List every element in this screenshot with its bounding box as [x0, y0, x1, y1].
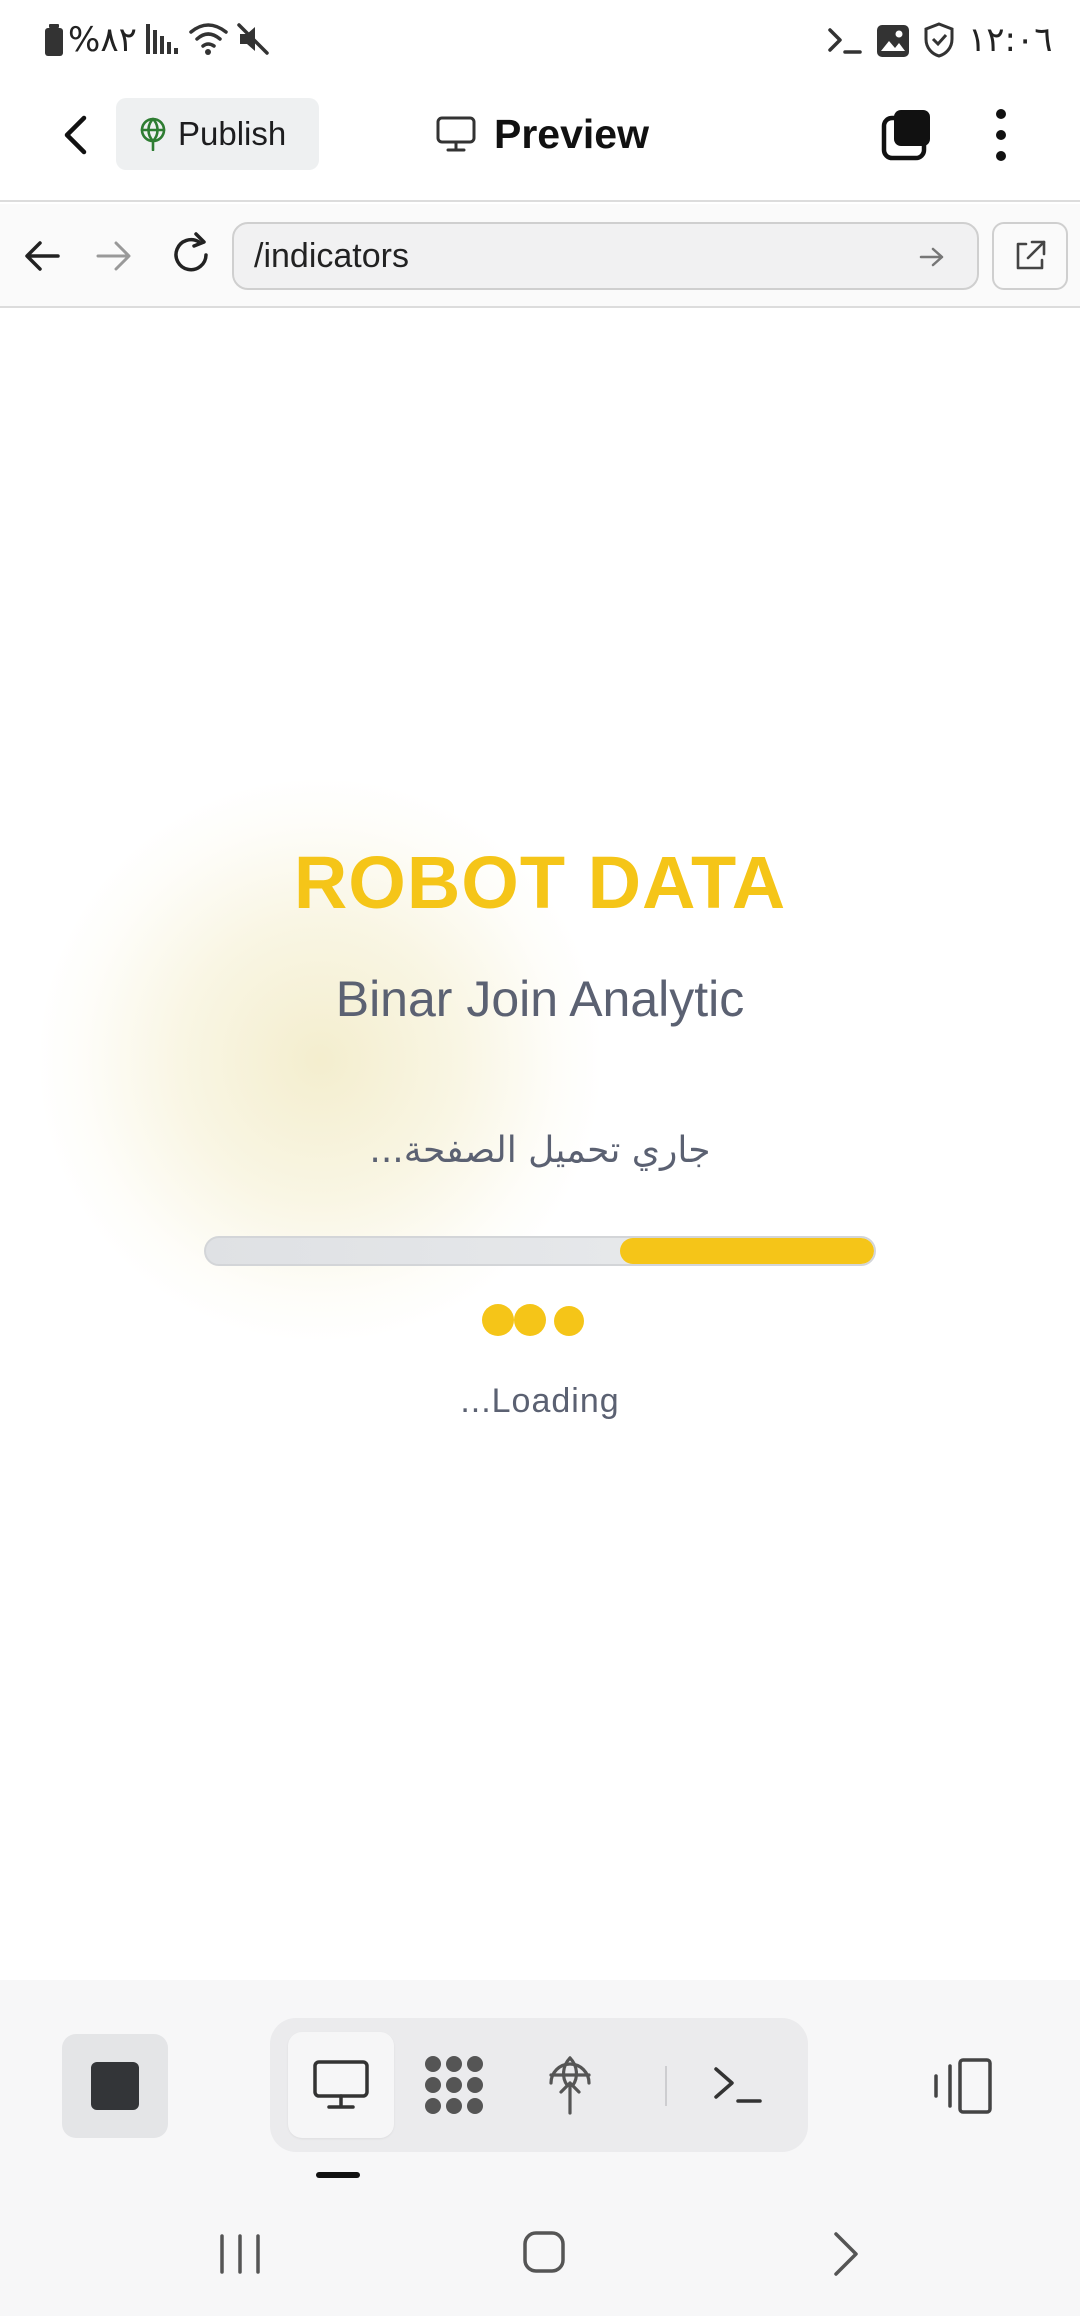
loading-dot: [482, 1304, 514, 1336]
battery-percent: %٨٢: [68, 20, 137, 60]
image-icon: [876, 24, 910, 58]
terminal-tab[interactable]: [688, 2018, 788, 2152]
deploy-icon: [549, 2056, 591, 2115]
back-arrow-icon: [64, 115, 87, 155]
preview-viewport: ROBOT DATA Binar Join Analytic جاري تحمي…: [0, 310, 1080, 1980]
loading-dot: [554, 1306, 584, 1336]
home-button[interactable]: [520, 2228, 568, 2276]
progress-fill: [620, 1238, 874, 1264]
loading-text-arabic: جاري تحميل الصفحة...: [369, 1130, 711, 1171]
terminal-status-icon: [826, 24, 864, 58]
device-toggle-icon: [934, 2058, 992, 2114]
tabs-button[interactable]: [876, 104, 938, 166]
brand-title: ROBOT DATA: [293, 841, 787, 924]
back-icon: [834, 2232, 858, 2276]
nav-forward-button[interactable]: [92, 234, 136, 278]
packages-icon: [425, 2056, 483, 2114]
preview-tab[interactable]: [288, 2032, 394, 2138]
terminal-icon: [714, 2067, 762, 2103]
open-external-button[interactable]: [992, 222, 1068, 290]
loading-dots: [480, 1300, 610, 1340]
recents-button[interactable]: [212, 2232, 268, 2276]
url-input[interactable]: [254, 224, 914, 288]
shield-icon: [924, 22, 954, 58]
more-vertical-icon: [996, 109, 1006, 161]
device-toggle-button[interactable]: [930, 2056, 996, 2116]
battery-icon: [44, 24, 64, 56]
monitor-icon: [436, 116, 476, 152]
system-nav-bar: [0, 2180, 1080, 2316]
external-link-icon: [1016, 240, 1046, 270]
loading-dot: [514, 1304, 546, 1336]
status-bar: %٨٢ ١٢:٠٦: [0, 0, 1080, 84]
browser-bar: [0, 204, 1080, 308]
preview-label: Preview: [494, 110, 649, 157]
monitor-icon: [313, 2060, 369, 2109]
wifi-icon: [188, 20, 230, 58]
system-back-button[interactable]: [826, 2230, 866, 2278]
home-icon: [523, 2231, 565, 2273]
bottom-toolbar: [0, 1980, 1080, 2180]
stop-button[interactable]: [62, 2034, 168, 2138]
reload-button[interactable]: [166, 230, 216, 280]
arrow-right-icon: [96, 241, 131, 271]
app-header: Publish Preview: [0, 84, 1080, 202]
deploy-tab[interactable]: [522, 2018, 618, 2152]
page-title: Preview: [436, 104, 649, 164]
brand-subtitle: Binar Join Analytic: [335, 971, 745, 1027]
tabs-icon: [881, 110, 930, 161]
globe-icon: [138, 117, 168, 151]
reload-icon: [174, 232, 208, 272]
back-button[interactable]: [52, 110, 102, 160]
go-arrow-icon: [919, 247, 944, 267]
loading-text-english: ...Loading: [460, 1382, 620, 1420]
clock: ١٢:٠٦: [968, 20, 1053, 60]
mute-icon: [236, 22, 270, 56]
signal-icon: [146, 22, 178, 56]
nav-back-button[interactable]: [20, 234, 64, 278]
toolbar-divider: [665, 2066, 667, 2106]
stop-icon: [91, 2062, 139, 2110]
more-menu-button[interactable]: [978, 106, 1024, 164]
packages-tab[interactable]: [404, 2018, 504, 2152]
url-field[interactable]: [232, 222, 979, 290]
arrow-left-icon: [25, 241, 60, 271]
go-button[interactable]: [918, 244, 946, 270]
publish-button[interactable]: Publish: [116, 98, 319, 170]
view-switcher: [270, 2018, 808, 2152]
active-tab-indicator: [316, 2172, 360, 2178]
publish-label: Publish: [178, 115, 287, 152]
progress-bar: [204, 1236, 876, 1266]
recents-icon: [220, 2234, 260, 2274]
